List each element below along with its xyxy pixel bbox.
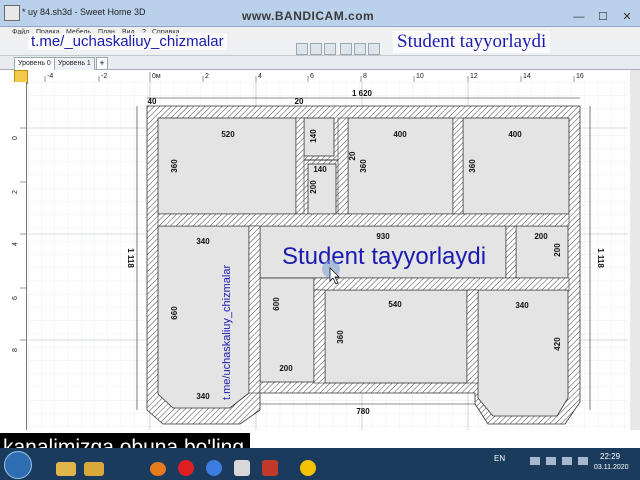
interior-wall bbox=[452, 117, 464, 215]
ruler-tick-label: 12 bbox=[470, 73, 478, 80]
magnifier-icon[interactable] bbox=[324, 43, 336, 55]
app-icon bbox=[4, 5, 20, 21]
add-level-button[interactable]: + bbox=[96, 57, 108, 70]
dim-label: 140 bbox=[309, 129, 318, 143]
start-button[interactable] bbox=[4, 451, 32, 479]
dim-label: 660 bbox=[170, 306, 179, 320]
dim-label: 1 620 bbox=[352, 89, 373, 98]
dim-label: 540 bbox=[388, 300, 402, 309]
close-button[interactable]: ✕ bbox=[616, 9, 638, 25]
tab-level-0[interactable]: Уровень 0 bbox=[14, 57, 55, 70]
plan-canvas[interactable]: 1 620 40 20 1 118 1 118 520 360 140 140 … bbox=[28, 82, 628, 430]
yandex-browser-icon[interactable] bbox=[300, 460, 316, 476]
ruler-tick-label: 0 bbox=[12, 136, 19, 140]
clock-date[interactable]: 03.11.2020 bbox=[594, 464, 629, 471]
browser-icon[interactable] bbox=[206, 460, 222, 476]
sweethome3d-icon[interactable] bbox=[234, 460, 250, 476]
tab-level-1[interactable]: Уровень 1 bbox=[54, 57, 95, 70]
student-watermark-plan: Student tayyorlaydi bbox=[282, 243, 486, 270]
interior-wall bbox=[248, 225, 261, 394]
window-title: * uy 84.sh3d - Sweet Home 3D bbox=[22, 7, 146, 17]
interior-wall bbox=[313, 277, 570, 291]
dim-label: 520 bbox=[221, 130, 235, 139]
interior-wall bbox=[337, 117, 349, 215]
ruler-tick-label: 2 bbox=[205, 73, 209, 80]
minimize-button[interactable]: — bbox=[568, 9, 590, 25]
ruler-tick-label: 6 bbox=[12, 296, 19, 300]
interior-wall bbox=[505, 225, 517, 279]
dim-label: 200 bbox=[279, 364, 293, 373]
dim-label: 200 bbox=[534, 232, 548, 241]
ruler-tick-label: 4 bbox=[12, 242, 19, 246]
interior-wall bbox=[313, 289, 326, 384]
dim-label: 780 bbox=[356, 407, 370, 416]
interior-wall bbox=[157, 213, 570, 227]
video-icon[interactable] bbox=[368, 43, 380, 55]
dim-label: 420 bbox=[553, 337, 562, 351]
maximize-button[interactable]: ☐ bbox=[592, 9, 614, 25]
dim-label: 400 bbox=[508, 130, 522, 139]
dim-label: 20 bbox=[348, 151, 357, 160]
dim-label: 360 bbox=[468, 159, 477, 173]
language-indicator[interactable]: EN bbox=[494, 454, 505, 463]
dim-label: 360 bbox=[170, 159, 179, 173]
ruler-tick-label: -4 bbox=[47, 73, 53, 80]
vertical-scrollbar[interactable] bbox=[630, 70, 640, 430]
interior-wall bbox=[466, 289, 479, 384]
ruler-tick-label: 6 bbox=[310, 73, 314, 80]
explorer-icon[interactable] bbox=[56, 462, 76, 476]
recorder-watermark: www.BANDICAM.com bbox=[242, 9, 375, 23]
zoom-out-icon[interactable] bbox=[310, 43, 322, 55]
dim-label: 20 bbox=[295, 97, 304, 106]
dim-label: 200 bbox=[553, 243, 562, 257]
dim-label: 930 bbox=[376, 232, 390, 241]
dim-label: 40 bbox=[148, 97, 157, 106]
ruler-tick-label: 14 bbox=[523, 73, 531, 80]
vertical-ruler: 0 2 4 6 8 bbox=[12, 82, 27, 430]
ruler-tick-label: 0м bbox=[152, 73, 161, 80]
bandicam-icon[interactable] bbox=[262, 460, 278, 476]
menu-file[interactable]: Файл bbox=[12, 29, 29, 36]
tray-network-icon[interactable] bbox=[546, 457, 556, 465]
dim-label: 1 118 bbox=[126, 248, 135, 268]
ruler-tick-label: -2 bbox=[101, 73, 107, 80]
ruler-tick-label: 16 bbox=[576, 73, 584, 80]
student-watermark-top: Student tayyorlaydi bbox=[393, 31, 551, 53]
dim-label: 360 bbox=[359, 159, 368, 173]
dim-label: 600 bbox=[272, 297, 281, 311]
media-player-icon[interactable] bbox=[150, 462, 166, 476]
folder-icon[interactable] bbox=[84, 462, 104, 476]
dim-label: 400 bbox=[393, 130, 407, 139]
dim-label: 140 bbox=[313, 165, 327, 174]
ruler-tick-label: 10 bbox=[416, 73, 424, 80]
yandex-icon[interactable] bbox=[178, 460, 194, 476]
ruler-tick-label: 2 bbox=[12, 190, 19, 194]
channel-watermark-vertical: t.me/uchaskaliuy_chizmalar bbox=[221, 265, 233, 400]
camera-icon[interactable] bbox=[340, 43, 352, 55]
dim-label: 340 bbox=[196, 392, 210, 401]
zoom-in-icon[interactable] bbox=[296, 43, 308, 55]
dim-label: 340 bbox=[196, 237, 210, 246]
dim-label: 1 118 bbox=[596, 248, 605, 268]
tray-flag-icon[interactable] bbox=[530, 457, 540, 465]
dim-label: 360 bbox=[336, 330, 345, 344]
channel-watermark: t.me/_uchaskaliuy_chizmalar bbox=[28, 33, 227, 50]
tray-volume-icon[interactable] bbox=[578, 457, 588, 465]
ruler-tick-label: 8 bbox=[363, 73, 367, 80]
photo-icon[interactable] bbox=[354, 43, 366, 55]
floor-plan[interactable]: 1 620 40 20 1 118 1 118 520 360 140 140 … bbox=[28, 82, 628, 430]
ruler-tick-label: 4 bbox=[258, 73, 262, 80]
dim-label: 340 bbox=[515, 301, 529, 310]
ruler-tick-label: 8 bbox=[12, 348, 19, 352]
clock-time[interactable]: 22:29 bbox=[600, 452, 620, 461]
interior-wall bbox=[295, 117, 305, 215]
dim-label: 200 bbox=[309, 180, 318, 194]
tray-signal-icon[interactable] bbox=[562, 457, 572, 465]
